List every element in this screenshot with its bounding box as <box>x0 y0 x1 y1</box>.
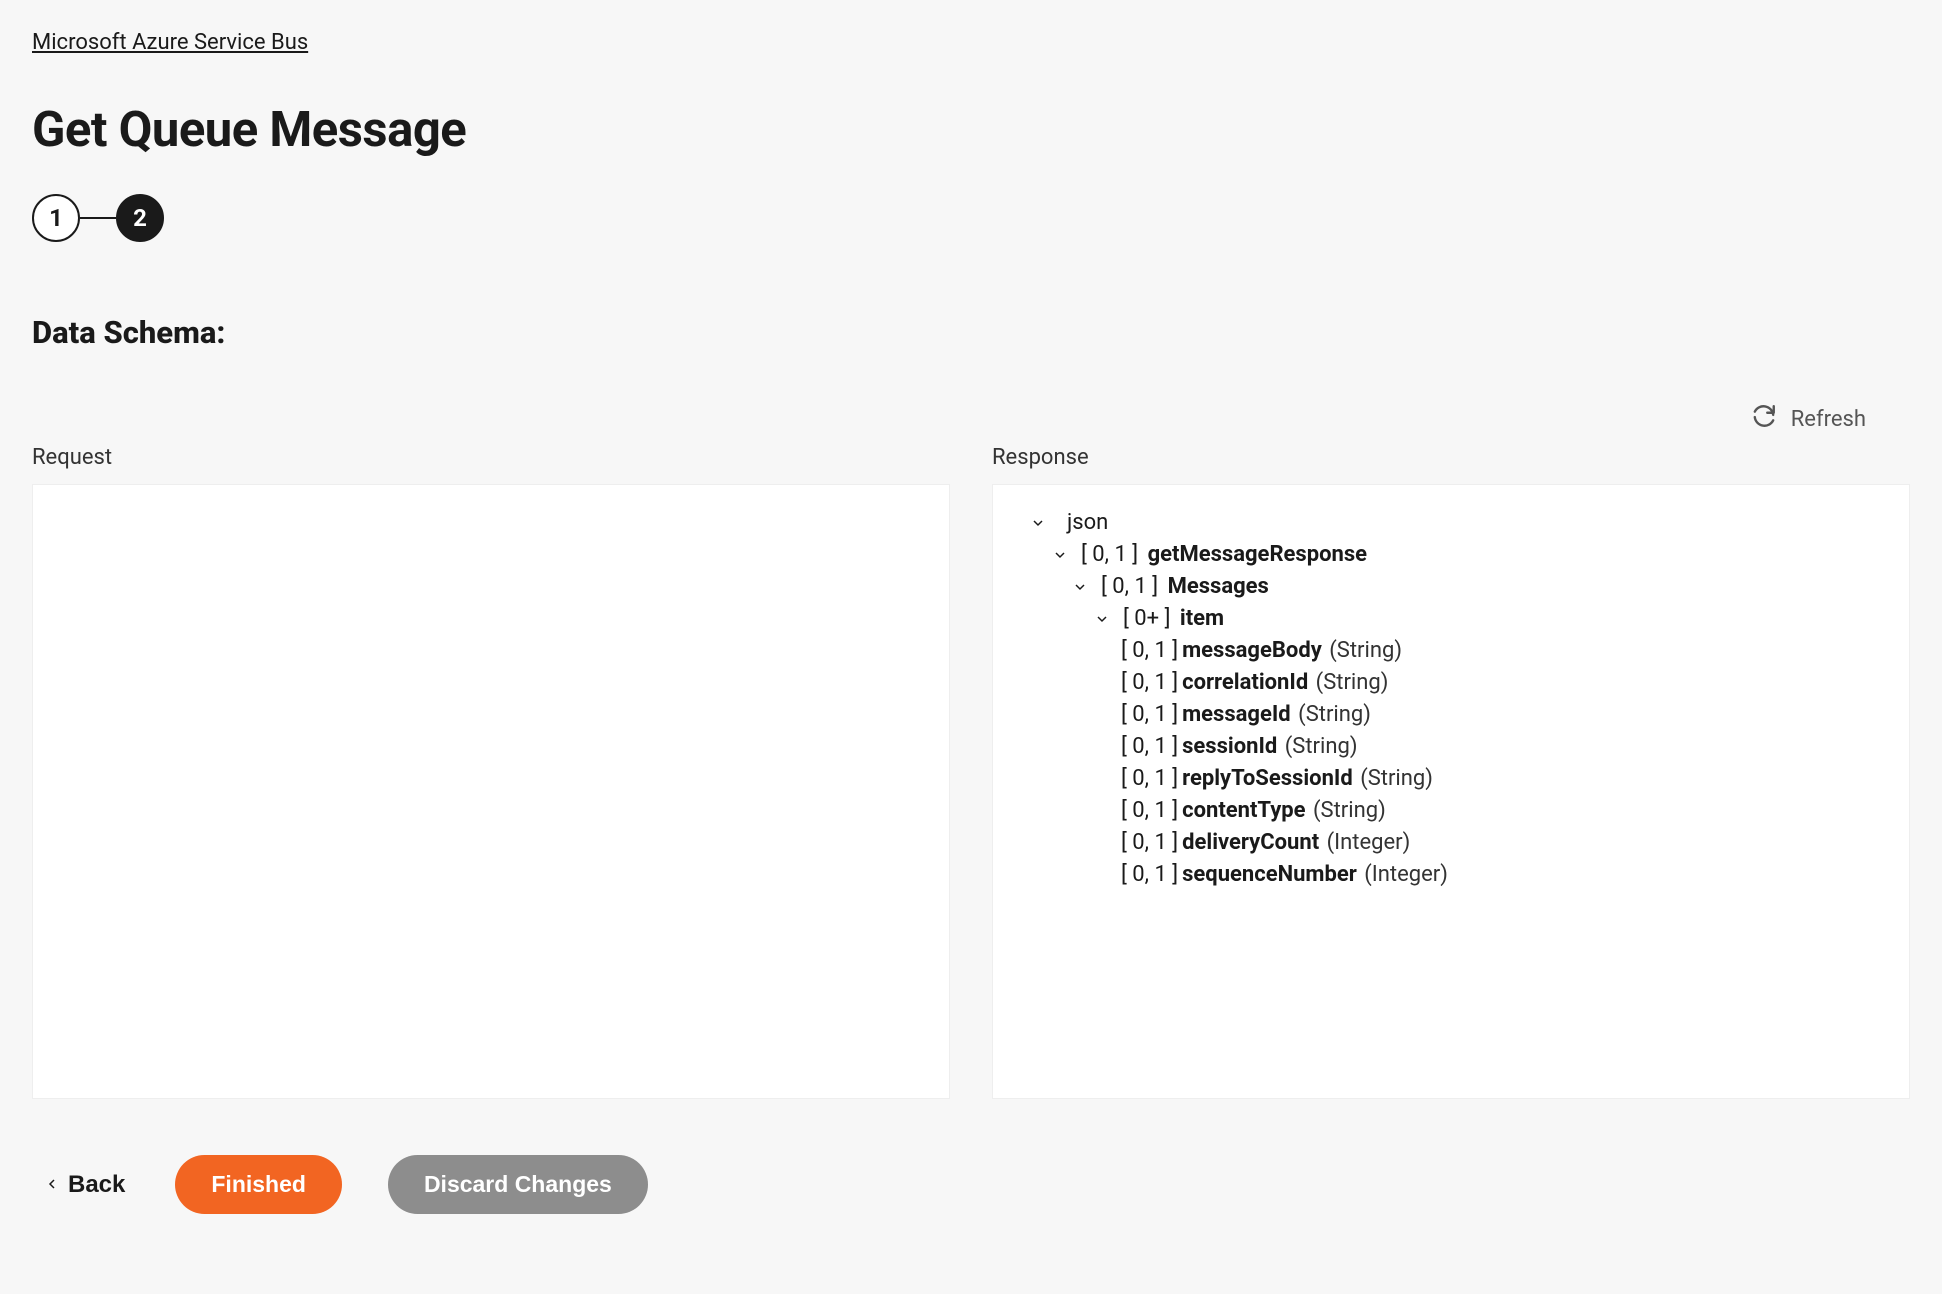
tree-node-item[interactable]: [ 0+ ] item <box>1011 603 1891 635</box>
refresh-icon <box>1751 403 1777 435</box>
finished-button[interactable]: Finished <box>175 1155 342 1214</box>
tree-leaf[interactable]: [ 0, 1 ]deliveryCount (Integer) <box>1011 827 1891 859</box>
tree-node-cardinality: [ 0, 1 ] <box>1121 670 1178 695</box>
tree-node-name: contentType <box>1182 798 1305 823</box>
response-panel: json [ 0, 1 ] getMessageResponse <box>992 484 1910 1099</box>
tree-node-cardinality: [ 0, 1 ] <box>1121 766 1178 791</box>
tree-node-name: deliveryCount <box>1182 830 1319 855</box>
chevron-down-icon[interactable] <box>1027 512 1049 534</box>
tree-node-name: correlationId <box>1182 670 1308 695</box>
chevron-down-icon[interactable] <box>1091 608 1113 630</box>
chevron-down-icon[interactable] <box>1049 544 1071 566</box>
request-column: Request <box>32 445 950 1099</box>
page-title: Get Queue Message <box>32 101 1910 158</box>
tree-node-type: (String) <box>1324 638 1402 663</box>
tree-node-name: messageBody <box>1182 638 1322 663</box>
tree-node-json[interactable]: json <box>1011 507 1891 539</box>
tree-node-type: (Integer) <box>1359 862 1448 887</box>
tree-node-name: Messages <box>1168 574 1269 599</box>
step-1[interactable]: 1 <box>32 194 80 242</box>
breadcrumb-link[interactable]: Microsoft Azure Service Bus <box>32 30 308 55</box>
section-title: Data Schema: <box>32 314 1910 351</box>
refresh-label: Refresh <box>1791 407 1866 432</box>
tree-node-name: getMessageResponse <box>1148 542 1367 567</box>
tree-node-name: sequenceNumber <box>1182 862 1357 887</box>
request-header: Request <box>32 445 950 470</box>
tree-node-cardinality: [ 0, 1 ] <box>1121 862 1178 887</box>
back-button[interactable]: Back <box>44 1171 125 1199</box>
step-2[interactable]: 2 <box>116 194 164 242</box>
request-panel <box>32 484 950 1099</box>
tree-leaf[interactable]: [ 0, 1 ]messageId (String) <box>1011 699 1891 731</box>
back-label: Back <box>68 1171 125 1199</box>
tree-node-label: json <box>1067 512 1108 534</box>
tree-node-cardinality: [ 0, 1 ] <box>1121 702 1178 727</box>
chevron-left-icon <box>44 1171 60 1199</box>
tree-node-cardinality: [ 0, 1 ] <box>1101 574 1158 599</box>
tree-node-type: (String) <box>1310 670 1388 695</box>
step-connector <box>80 217 116 219</box>
discard-changes-button[interactable]: Discard Changes <box>388 1155 648 1214</box>
tree-leaf[interactable]: [ 0, 1 ]sequenceNumber (Integer) <box>1011 859 1891 891</box>
tree-node-name: replyToSessionId <box>1182 766 1353 791</box>
tree-leaf[interactable]: [ 0, 1 ]replyToSessionId (String) <box>1011 763 1891 795</box>
tree-node-type: (String) <box>1308 798 1386 823</box>
response-column: Response json [ 0, 1 ] getMessageRespons… <box>992 445 1910 1099</box>
tree-leaf[interactable]: [ 0, 1 ]sessionId (String) <box>1011 731 1891 763</box>
tree-node-name: item <box>1180 606 1224 631</box>
step-indicator: 1 2 <box>32 194 1910 242</box>
refresh-button[interactable]: Refresh <box>1751 403 1866 435</box>
tree-node-type: (Integer) <box>1321 830 1410 855</box>
tree-leaf[interactable]: [ 0, 1 ]contentType (String) <box>1011 795 1891 827</box>
schema-tree: json [ 0, 1 ] getMessageResponse <box>1011 507 1891 891</box>
tree-node-cardinality: [ 0, 1 ] <box>1121 798 1178 823</box>
tree-node-type: (String) <box>1293 702 1371 727</box>
tree-node-cardinality: [ 0, 1 ] <box>1121 734 1178 759</box>
tree-node-cardinality: [ 0, 1 ] <box>1081 542 1138 567</box>
tree-node-cardinality: [ 0, 1 ] <box>1121 638 1178 663</box>
tree-node-messages[interactable]: [ 0, 1 ] Messages <box>1011 571 1891 603</box>
tree-node-cardinality: [ 0+ ] <box>1123 606 1170 631</box>
tree-leaf[interactable]: [ 0, 1 ]messageBody (String) <box>1011 635 1891 667</box>
tree-node-getmessageresponse[interactable]: [ 0, 1 ] getMessageResponse <box>1011 539 1891 571</box>
tree-node-cardinality: [ 0, 1 ] <box>1121 830 1178 855</box>
tree-node-name: sessionId <box>1182 734 1277 759</box>
response-header: Response <box>992 445 1910 470</box>
tree-node-type: (String) <box>1355 766 1433 791</box>
chevron-down-icon[interactable] <box>1069 576 1091 598</box>
tree-leaf[interactable]: [ 0, 1 ]correlationId (String) <box>1011 667 1891 699</box>
tree-node-type: (String) <box>1279 734 1357 759</box>
tree-node-name: messageId <box>1182 702 1291 727</box>
